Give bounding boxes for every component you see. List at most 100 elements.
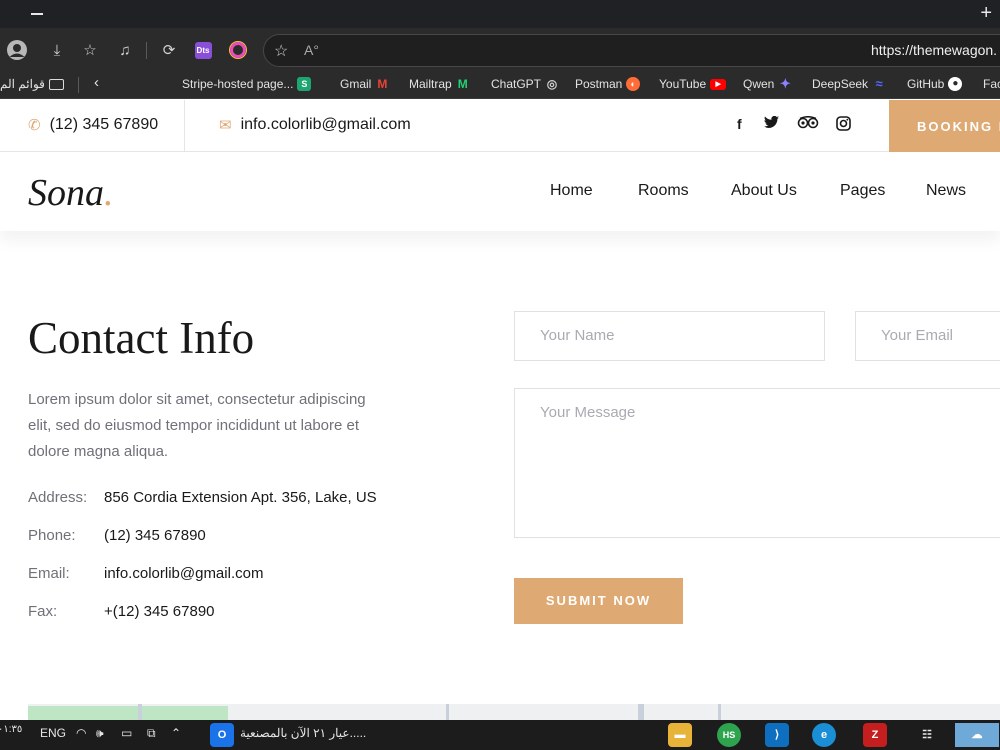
minimize-icon[interactable]: [31, 13, 43, 15]
bookmark-label: Postman: [575, 77, 623, 91]
message-textarea[interactable]: Your Message: [514, 388, 1000, 538]
bookmark-mailtrap[interactable]: Mailtrap M: [409, 77, 470, 91]
bookmark-label: YouTube: [659, 77, 707, 91]
filezilla-icon[interactable]: Z: [863, 723, 887, 747]
map-park-area: [28, 706, 228, 720]
address-bar[interactable]: ☆ A° https://themewagon.: [263, 34, 1000, 67]
address-label: Address:: [28, 489, 88, 506]
url-text[interactable]: https://themewagon.: [871, 42, 997, 58]
envelope-icon: ✉: [219, 117, 232, 134]
gmail-icon: M: [377, 77, 388, 91]
bookmark-label: DeepSeek: [812, 77, 869, 91]
wifi-icon[interactable]: ◠: [76, 726, 86, 740]
vscode-icon[interactable]: ⟩: [765, 723, 789, 747]
tripadvisor-icon[interactable]: [797, 115, 819, 132]
bookmark-qwen[interactable]: Qwen ✦: [743, 76, 792, 92]
submit-now-button[interactable]: SUBMIT NOW: [514, 578, 683, 624]
read-aloud-icon[interactable]: A°: [304, 42, 319, 58]
bookmark-folder[interactable]: قوائم الم: [0, 77, 64, 91]
color-picker-extension-icon[interactable]: [227, 39, 249, 61]
phone-value: (12) 345 67890: [104, 527, 206, 544]
topbar-email: ✉ info.colorlib@gmail.com: [219, 116, 411, 134]
nav-news[interactable]: News: [926, 182, 966, 200]
chatgpt-icon: ◎: [546, 77, 558, 91]
outlook-icon[interactable]: O: [210, 723, 234, 747]
youtube-icon: ▶: [710, 78, 727, 90]
bookmark-stripe[interactable]: Stripe-hosted page... S: [182, 77, 312, 91]
bookmark-label: Qwen: [743, 77, 775, 91]
topbar-phone: ✆ (12) 345 67890: [28, 116, 158, 134]
favorites-icon[interactable]: ☆: [79, 39, 101, 61]
map-embed[interactable]: [28, 704, 1000, 720]
weather-icon[interactable]: ☁: [955, 723, 999, 747]
bookmark-label: ChatGPT: [491, 77, 542, 91]
nav-pages[interactable]: Pages: [840, 182, 885, 200]
topbar-email-text: info.colorlib@gmail.com: [240, 116, 411, 133]
profile-icon[interactable]: [6, 39, 28, 61]
twitter-icon[interactable]: [764, 115, 779, 132]
address-value: 856 Cordia Extension Apt. 356, Lake, US: [104, 489, 377, 506]
site-topbar: ✆ (12) 345 67890 ✉ info.colorlib@gmail.c…: [0, 100, 1000, 152]
extensions-icon[interactable]: ⟳: [158, 39, 180, 61]
clock[interactable]: ٠١:٣٥: [0, 724, 22, 735]
nav-home[interactable]: Home: [550, 182, 593, 200]
task-view-icon[interactable]: ☷: [915, 723, 939, 747]
map-road: [138, 704, 142, 720]
bookmark-gmail[interactable]: Gmail M: [340, 77, 389, 91]
chevron-up-icon[interactable]: ⌃: [171, 726, 181, 740]
facebook-icon[interactable]: f: [737, 116, 742, 132]
qwen-icon: ✦: [779, 76, 791, 91]
bookmark-postman[interactable]: Postman ◐: [575, 77, 641, 91]
collections-icon[interactable]: ♫: [114, 39, 136, 61]
folder-icon: [48, 78, 64, 90]
stripe-icon: S: [297, 77, 312, 91]
bookmark-label: Mailtrap: [409, 77, 452, 91]
fax-label: Fax:: [28, 603, 58, 620]
tablet-mode-icon[interactable]: ⧉: [147, 726, 156, 741]
language-indicator[interactable]: ENG: [40, 726, 66, 740]
bookmark-chatgpt[interactable]: ChatGPT ◎: [491, 77, 559, 91]
bookmarks-bar: قوائم الم ‹ Stripe-hosted page... S Gmai…: [0, 72, 1000, 99]
phone-icon: ✆: [28, 117, 41, 134]
nav-about-us[interactable]: About Us: [731, 182, 797, 200]
nav-rooms[interactable]: Rooms: [638, 182, 689, 200]
browser-toolbar: ⤓ ☆ ♫ ⟳ Dts ☆ A° https://themewagon.: [0, 28, 1000, 72]
bookmark-star-icon[interactable]: ☆: [274, 41, 288, 61]
postman-icon: ◐: [626, 77, 641, 91]
bookmark-folder-label: قوائم الم: [0, 77, 45, 91]
fax-value: +(12) 345 67890: [104, 603, 215, 620]
contact-title: Contact Info: [28, 313, 255, 363]
os-taskbar: ٠١:٣٥ ENG ◠ 🕪 ▭ ⧉ ⌃ O عيار ٢١ الآن بالمص…: [0, 720, 1000, 750]
bookmark-facebook[interactable]: Fac: [983, 77, 1000, 91]
bookmark-youtube[interactable]: YouTube ▶: [659, 77, 727, 91]
logo-dot: .: [104, 172, 114, 214]
dts-extension-icon[interactable]: Dts: [192, 39, 214, 61]
hs-app-icon[interactable]: HS: [717, 723, 741, 747]
site-logo[interactable]: Sona.: [28, 171, 114, 215]
map-road: [718, 704, 721, 720]
phone-label: Phone:: [28, 527, 76, 544]
file-explorer-icon[interactable]: ▬: [668, 723, 692, 747]
deepseek-icon: ≈: [875, 76, 883, 91]
bookmark-label: Stripe-hosted page...: [182, 77, 294, 91]
edge-icon[interactable]: e: [812, 723, 836, 747]
battery-icon[interactable]: ▭: [121, 726, 132, 740]
volume-icon[interactable]: 🕪: [96, 726, 104, 741]
new-tab-plus-icon[interactable]: +: [980, 3, 992, 23]
downloads-icon[interactable]: ⤓: [46, 39, 68, 61]
email-input[interactable]: Your Email: [855, 311, 1000, 361]
bookmark-deepseek[interactable]: DeepSeek ≈: [812, 76, 886, 92]
map-road: [638, 704, 644, 720]
booking-now-button[interactable]: BOOKING N: [889, 100, 1000, 152]
chevron-left-icon[interactable]: ‹: [94, 74, 99, 91]
bookmark-label: GitHub: [907, 77, 945, 91]
map-road: [446, 704, 449, 720]
name-input[interactable]: Your Name: [514, 311, 825, 361]
github-icon: ●: [948, 77, 963, 91]
bookmarks-separator: [78, 77, 79, 93]
bookmark-github[interactable]: GitHub ●: [907, 77, 963, 91]
email-label: Email:: [28, 565, 70, 582]
toolbar-separator: [146, 42, 147, 59]
taskbar-window-title[interactable]: عيار ٢١ الآن بالمصنعية.....: [240, 726, 366, 740]
instagram-icon[interactable]: [836, 116, 851, 134]
